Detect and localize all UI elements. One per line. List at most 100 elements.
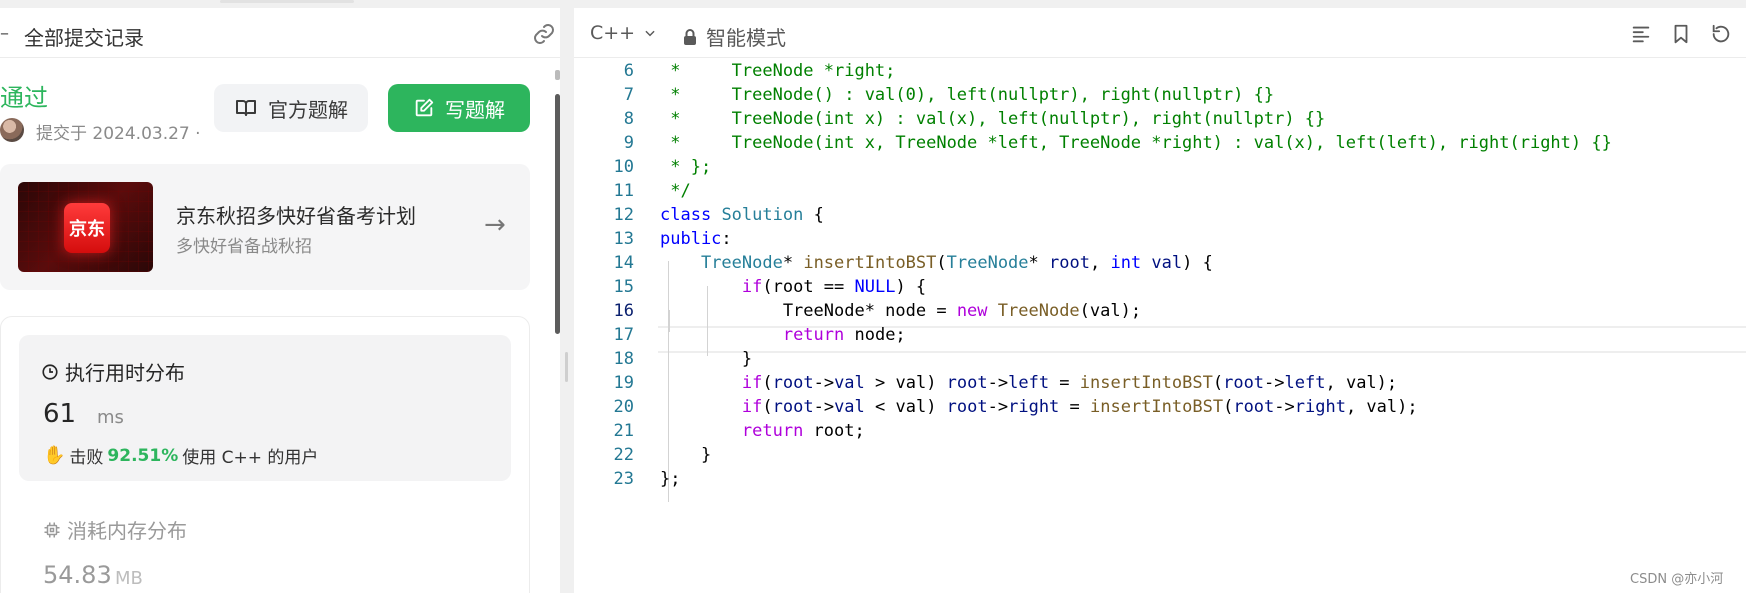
bookmark-icon[interactable] (1670, 23, 1692, 45)
line-number: 10 (613, 157, 634, 177)
line-number: 7 (623, 85, 634, 105)
code-line: 9 * TreeNode(int x, TreeNode *left, Tree… (574, 130, 1746, 157)
code-line: 11 */ (574, 178, 1746, 205)
beat-percent: 92.51% (107, 445, 179, 466)
code-line: 14 TreeNode* insertIntoBST(TreeNode* roo… (574, 250, 1746, 277)
promo-title: 京东秋招多快好省备考计划 (176, 204, 416, 228)
code-text: * TreeNode(int x) : val(x), left(nullptr… (660, 109, 1326, 129)
code-text: }; (660, 469, 681, 489)
line-number: 15 (613, 277, 634, 297)
beat-suffix: 使用 C++ 的用户 (182, 448, 319, 468)
line-number: 22 (613, 445, 634, 465)
code-line: 7 * TreeNode() : val(0), left(nullptr), … (574, 82, 1746, 109)
line-number: 14 (613, 253, 634, 273)
memory-unit: MB (115, 568, 143, 589)
language-select[interactable]: C++ (590, 22, 657, 44)
stats-card: 执行用时分布 61 ms ✋ 击败 92.51% 使用 C++ 的用户 消耗内存… (0, 316, 530, 593)
code-text: TreeNode* node = new TreeNode(val); (660, 301, 1142, 321)
beat-label: 击败 (69, 448, 104, 468)
mode-label: 智能模式 (706, 26, 786, 50)
avatar[interactable] (0, 118, 24, 142)
code-text: } (660, 445, 712, 465)
clock-icon (42, 363, 58, 380)
editor-toolbar: C++ 智能模式 (574, 8, 1746, 58)
code-line: 22 } (574, 442, 1746, 469)
code-text: class Solution { (660, 205, 824, 225)
book-icon (236, 100, 256, 116)
memory-title[interactable]: 消耗内存分布 (43, 515, 187, 544)
runtime-unit: ms (97, 407, 124, 428)
line-number: 17 (613, 325, 634, 345)
runtime-title-text: 执行用时分布 (65, 361, 185, 385)
clap-hands-icon: ✋ (43, 445, 66, 466)
code-line: 17 return node; (574, 322, 1746, 349)
code-text: * TreeNode *right; (660, 61, 896, 81)
tab-hint (220, 0, 354, 3)
code-content[interactable]: 6 * TreeNode *right; 7 * TreeNode() : va… (574, 58, 1746, 593)
chevron-down-icon (645, 30, 655, 37)
line-number: 12 (613, 205, 634, 225)
line-number: 16 (613, 301, 634, 321)
code-text: if(root->val < val) root->right = insert… (741, 397, 1418, 417)
runtime-value: 61 (43, 399, 77, 429)
resize-grip[interactable] (565, 352, 568, 382)
runtime-distribution[interactable]: 执行用时分布 61 ms ✋ 击败 92.51% 使用 C++ 的用户 (19, 335, 511, 481)
memory-value: 54.83 (43, 561, 112, 589)
code-editor: C++ 智能模式 6 * TreeNode *right; 7 * TreeNo… (574, 0, 1746, 593)
reset-icon[interactable] (1710, 23, 1732, 45)
code-text: * }; (660, 157, 712, 177)
lock-icon (684, 28, 696, 45)
line-number: 19 (613, 373, 634, 393)
memory-title-text: 消耗内存分布 (67, 519, 187, 543)
smart-mode[interactable]: 智能模式 (682, 22, 786, 51)
code-text: * TreeNode() : val(0), left(nullptr), ri… (660, 85, 1275, 105)
format-lines-icon[interactable] (1630, 23, 1652, 45)
line-number: 20 (613, 397, 634, 417)
code-text: */ (660, 181, 691, 201)
official-solution-button[interactable]: 官方题解 (214, 84, 368, 132)
submit-time: 提交于 2024.03.27 · (36, 124, 201, 144)
write-solution-button[interactable]: 写题解 (388, 84, 530, 132)
code-line: 8 * TreeNode(int x) : val(x), left(nullp… (574, 106, 1746, 133)
code-line: 13 public: (574, 226, 1746, 253)
all-submissions-title[interactable]: 全部提交记录 (24, 22, 144, 51)
official-solution-label: 官方题解 (268, 97, 348, 122)
panel-resize-handle[interactable] (560, 0, 574, 593)
chip-icon (44, 522, 60, 537)
link-icon[interactable] (532, 22, 556, 46)
code-line: 21 return root; (574, 418, 1746, 445)
promo-subtitle: 多快好省备战秋招 (176, 237, 312, 257)
line-number: 23 (613, 469, 634, 489)
language-label: C++ (590, 22, 636, 44)
arrow-right-icon[interactable]: → (484, 210, 506, 240)
submission-detail: 通过 提交于 2024.03.27 · 官方题解 写题解 京东 京东秋招多快好省… (0, 58, 560, 593)
code-text: } (660, 349, 753, 369)
code-text: public: (660, 229, 732, 249)
back-arrow-icon[interactable]: – (0, 23, 9, 44)
code-line: 20 if(root->val < val) root->right = ins… (574, 394, 1746, 421)
edit-icon (415, 98, 434, 117)
submission-panel: – 全部提交记录 通过 提交于 2024.03.27 · 官方题解 写题解 京东… (0, 0, 560, 593)
code-line: 19 if(root->val > val) root->left = inse… (574, 370, 1746, 397)
line-number: 13 (613, 229, 634, 249)
line-number: 9 (623, 133, 634, 153)
editor-top-strip (574, 0, 1746, 8)
line-number: 18 (613, 349, 634, 369)
watermark: CSDN @亦小河 (1630, 572, 1724, 587)
promo-thumbnail: 京东 (18, 182, 153, 272)
code-line: 12 class Solution { (574, 202, 1746, 229)
line-number: 8 (623, 109, 634, 129)
code-text: return node; (782, 325, 906, 345)
jd-logo: 京东 (64, 203, 110, 253)
line-number: 11 (613, 181, 634, 201)
status-accepted: 通过 (0, 84, 48, 112)
runtime-title: 执行用时分布 (41, 357, 185, 386)
code-line: 18 } (574, 346, 1746, 373)
code-text: if(root == NULL) { (741, 277, 927, 297)
promo-card[interactable]: 京东 京东秋招多快好省备考计划 多快好省备战秋招 → (0, 164, 530, 290)
code-line: 23 }; (574, 466, 1746, 493)
runtime-beat: ✋ 击败 92.51% 使用 C++ 的用户 (43, 443, 318, 468)
code-line: 6 * TreeNode *right; (574, 58, 1746, 85)
write-solution-label: 写题解 (445, 97, 505, 122)
code-text: return root; (741, 421, 865, 441)
